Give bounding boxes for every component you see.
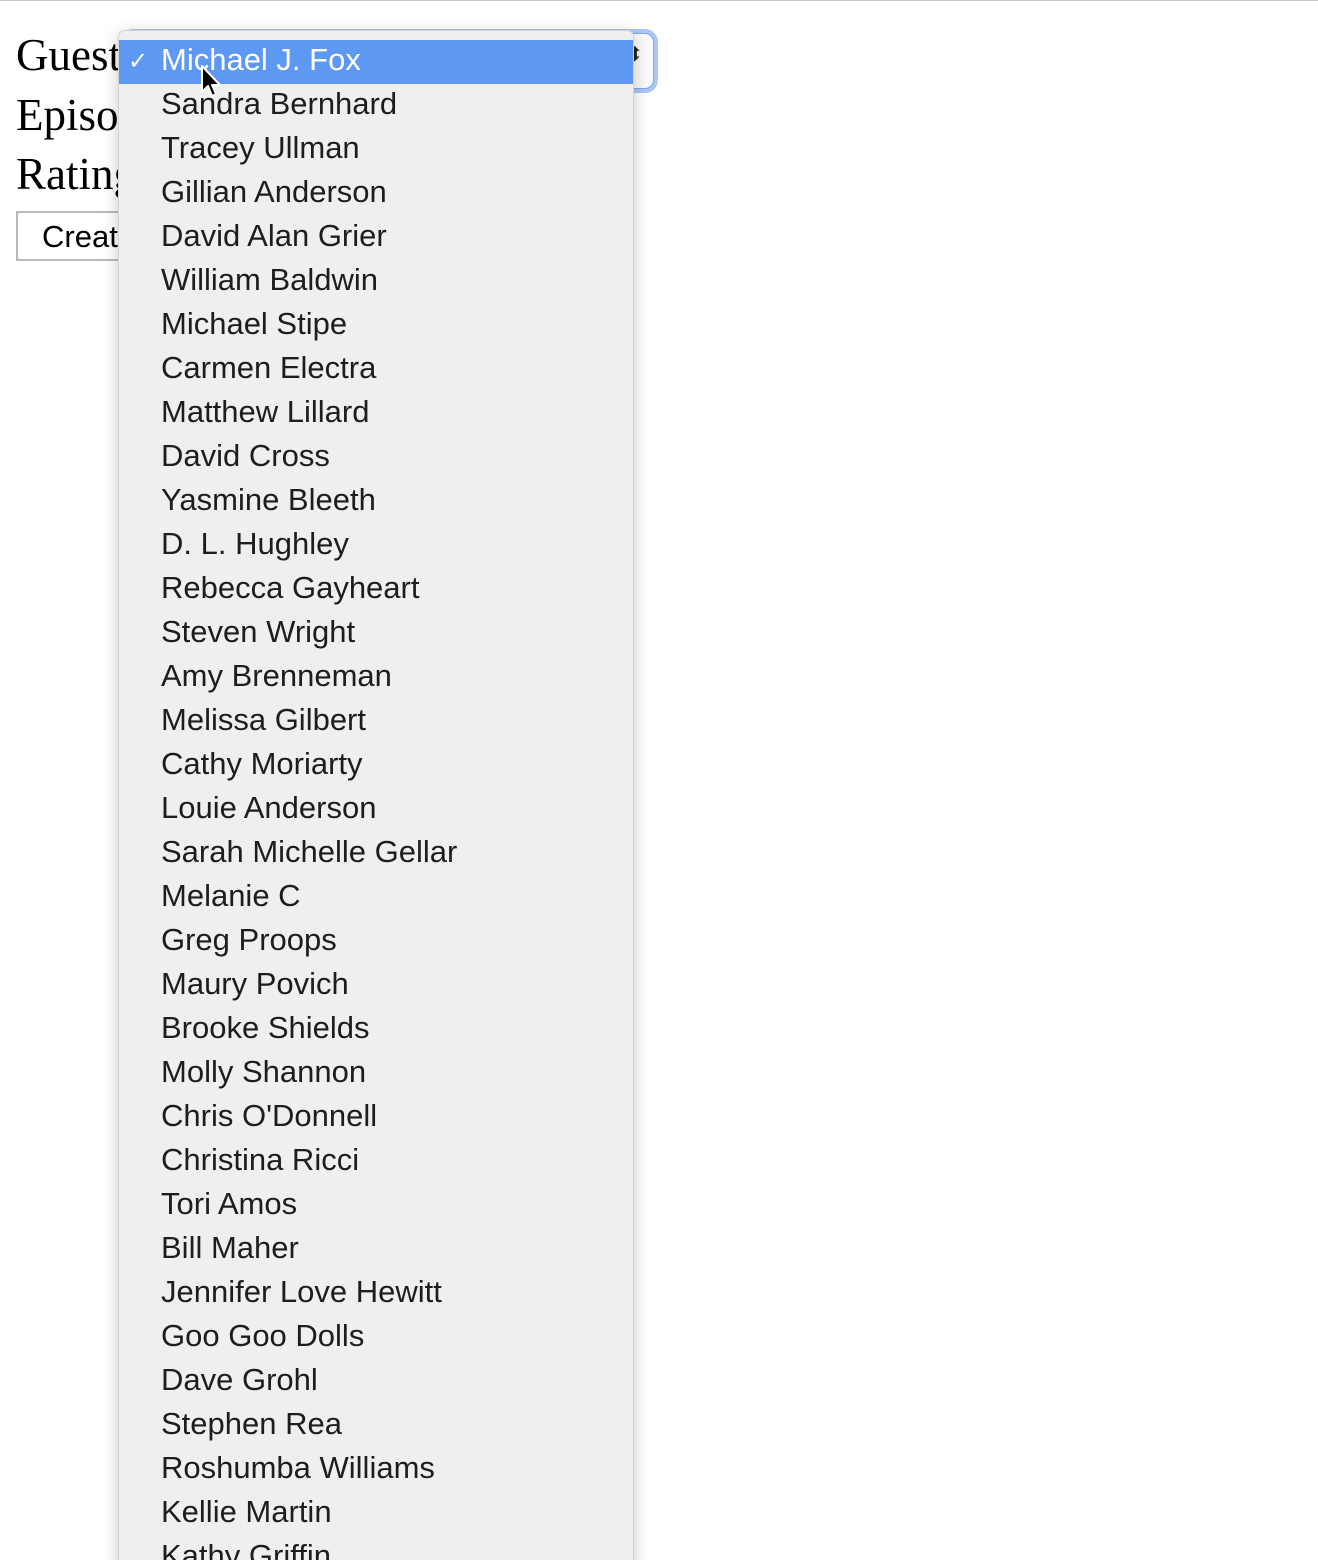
dropdown-option[interactable]: Steven Wright [119, 612, 633, 656]
dropdown-option-label: Roshumba Williams [161, 1450, 435, 1485]
dropdown-option-label: Stephen Rea [161, 1406, 342, 1441]
dropdown-option-label: Amy Brenneman [161, 658, 392, 693]
dropdown-option[interactable]: David Alan Grier [119, 216, 633, 260]
dropdown-option-label: Louie Anderson [161, 790, 377, 825]
dropdown-option-label: Gillian Anderson [161, 174, 387, 209]
dropdown-option[interactable]: Kellie Martin [119, 1492, 633, 1536]
dropdown-option[interactable]: Kathy Griffin [119, 1536, 633, 1560]
dropdown-option[interactable]: Bill Maher [119, 1228, 633, 1272]
dropdown-option[interactable]: Christina Ricci [119, 1140, 633, 1184]
dropdown-option-label: Tori Amos [161, 1186, 298, 1221]
dropdown-option-label: Goo Goo Dolls [161, 1318, 365, 1353]
dropdown-option-label: Christina Ricci [161, 1142, 360, 1177]
dropdown-option[interactable]: Chris O'Donnell [119, 1096, 633, 1140]
dropdown-option[interactable]: Yasmine Bleeth [119, 480, 633, 524]
dropdown-option[interactable]: Jennifer Love Hewitt [119, 1272, 633, 1316]
dropdown-option-label: Matthew Lillard [161, 394, 370, 429]
dropdown-option-label: William Baldwin [161, 262, 379, 297]
dropdown-option[interactable]: ✓ Michael J. Fox [119, 40, 633, 84]
dropdown-option[interactable]: David Cross [119, 436, 633, 480]
dropdown-option[interactable]: Tori Amos [119, 1184, 633, 1228]
dropdown-option[interactable]: Dave Grohl [119, 1360, 633, 1404]
dropdown-option[interactable]: William Baldwin [119, 260, 633, 304]
dropdown-option-label: Sandra Bernhard [161, 86, 398, 121]
dropdown-option-label: Tracey Ullman [161, 130, 360, 165]
dropdown-option-label: Brooke Shields [161, 1010, 370, 1045]
dropdown-option-label: Sarah Michelle Gellar [161, 834, 458, 869]
checkmark-icon: ✓ [128, 47, 149, 75]
dropdown-option[interactable]: Michael Stipe [119, 304, 633, 348]
dropdown-option[interactable]: Molly Shannon [119, 1052, 633, 1096]
dropdown-option-label: Kellie Martin [161, 1494, 332, 1529]
dropdown-option-label: David Cross [161, 438, 330, 473]
dropdown-option[interactable]: Sarah Michelle Gellar [119, 832, 633, 876]
dropdown-option[interactable]: Maury Povich [119, 964, 633, 1008]
dropdown-option-label: Dave Grohl [161, 1362, 318, 1397]
dropdown-option-label: Carmen Electra [161, 350, 377, 385]
dropdown-option-label: Molly Shannon [161, 1054, 367, 1089]
dropdown-option-label: David Alan Grier [161, 218, 387, 253]
dropdown-option[interactable]: Rebecca Gayheart [119, 568, 633, 612]
dropdown-option[interactable]: Amy Brenneman [119, 656, 633, 700]
dropdown-option[interactable]: D. L. Hughley [119, 524, 633, 568]
dropdown-option[interactable]: Brooke Shields [119, 1008, 633, 1052]
dropdown-option[interactable]: Gillian Anderson [119, 172, 633, 216]
dropdown-option-label: Melissa Gilbert [161, 702, 366, 737]
dropdown-option[interactable]: Tracey Ullman [119, 128, 633, 172]
dropdown-option-label: Jennifer Love Hewitt [161, 1274, 442, 1309]
top-divider [0, 0, 1318, 1]
dropdown-option-label: Yasmine Bleeth [161, 482, 376, 517]
dropdown-option[interactable]: Roshumba Williams [119, 1448, 633, 1492]
dropdown-option-label: Chris O'Donnell [161, 1098, 378, 1133]
dropdown-option[interactable]: Sandra Bernhard [119, 84, 633, 128]
dropdown-option[interactable]: Carmen Electra [119, 348, 633, 392]
dropdown-option-label: Cathy Moriarty [161, 746, 363, 781]
dropdown-option-label: Bill Maher [161, 1230, 299, 1265]
dropdown-option[interactable]: Goo Goo Dolls [119, 1316, 633, 1360]
dropdown-option-label: Melanie C [161, 878, 301, 913]
dropdown-option-label: Kathy Griffin [161, 1538, 332, 1560]
dropdown-option[interactable]: Matthew Lillard [119, 392, 633, 436]
dropdown-option-label: Michael Stipe [161, 306, 348, 341]
dropdown-option-list: ✓ Michael J. Fox Sandra Bernhard Tracey Ull… [119, 40, 633, 1560]
dropdown-option[interactable]: Cathy Moriarty [119, 744, 633, 788]
guest-dropdown-menu[interactable]: ✓ Michael J. Fox Sandra Bernhard Tracey Ull… [118, 30, 634, 1560]
dropdown-option-label: Greg Proops [161, 922, 337, 957]
dropdown-option-label: D. L. Hughley [161, 526, 349, 561]
guest-label: Guest [16, 30, 121, 80]
dropdown-option[interactable]: Melissa Gilbert [119, 700, 633, 744]
dropdown-option[interactable]: Melanie C [119, 876, 633, 920]
dropdown-option-label: Rebecca Gayheart [161, 570, 420, 605]
dropdown-option-label: Michael J. Fox [161, 42, 361, 77]
dropdown-option[interactable]: Greg Proops [119, 920, 633, 964]
dropdown-option[interactable]: Stephen Rea [119, 1404, 633, 1448]
dropdown-option[interactable]: Louie Anderson [119, 788, 633, 832]
dropdown-option-label: Steven Wright [161, 614, 356, 649]
dropdown-option-label: Maury Povich [161, 966, 349, 1001]
